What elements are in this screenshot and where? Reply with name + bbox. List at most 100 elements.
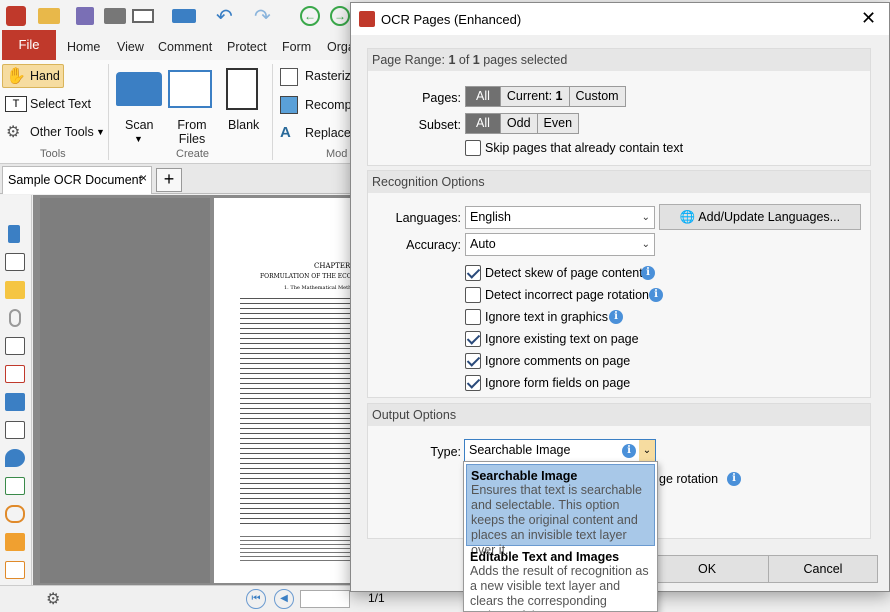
info-icon[interactable]: i — [622, 444, 636, 458]
tab-view[interactable]: View — [111, 36, 150, 58]
detect-skew-checkbox[interactable] — [465, 265, 481, 281]
info-icon[interactable]: i — [727, 472, 741, 486]
detect-skew-label: Detect skew of page content — [485, 266, 643, 280]
blank-button[interactable]: Blank — [228, 118, 259, 132]
skip-pages-checkbox[interactable] — [465, 140, 481, 156]
replace-icon: A — [280, 124, 291, 141]
redo-icon[interactable]: ↷ — [254, 4, 271, 29]
info-icon[interactable]: i — [609, 310, 623, 324]
add-languages-button[interactable]: 🌐 Add/Update Languages... — [659, 204, 861, 230]
accuracy-select[interactable]: Auto ⌄ — [465, 233, 655, 256]
ignore-graphics-checkbox[interactable] — [465, 309, 481, 325]
tab-home[interactable]: Home — [61, 36, 106, 58]
group-modify: Mod — [326, 148, 348, 160]
open-folder-icon[interactable] — [38, 8, 60, 24]
layers-icon[interactable] — [5, 393, 25, 411]
info-icon[interactable]: i — [641, 266, 655, 280]
document-tab[interactable]: Sample OCR Document × — [2, 166, 152, 194]
globe-icon: 🌐 — [679, 210, 696, 224]
attachment-icon[interactable] — [9, 309, 21, 327]
pages-current-button[interactable]: Current: 1 — [501, 87, 570, 106]
divider — [108, 64, 109, 160]
option-title: Editable Text and Images — [470, 550, 620, 564]
comment-icon[interactable] — [5, 281, 25, 299]
rasterize-icon — [280, 68, 298, 86]
pages-label: Pages: — [422, 91, 461, 105]
email-icon[interactable] — [132, 9, 154, 23]
ignore-graphics-label: Ignore text in graphics — [485, 310, 608, 324]
left-sidebar — [0, 195, 32, 590]
app-logo-icon — [6, 6, 26, 26]
scan-icon[interactable] — [172, 9, 196, 23]
page-number-field[interactable] — [300, 590, 350, 608]
info-icon[interactable]: i — [649, 288, 663, 302]
document-tab-label: Sample OCR Document — [8, 173, 143, 187]
link-icon[interactable] — [5, 505, 25, 523]
ok-button[interactable]: OK — [641, 555, 773, 583]
dialog-title: OCR Pages (Enhanced) — [381, 12, 522, 27]
skip-pages-label: Skip pages that already contain text — [485, 141, 684, 155]
location-icon[interactable] — [5, 449, 25, 467]
scan-button[interactable]: Scan — [125, 118, 154, 132]
replace-button[interactable]: Replace — [305, 126, 351, 140]
recognition-header: Recognition Options — [368, 171, 870, 193]
subset-all-button[interactable]: All — [466, 114, 501, 133]
type-select[interactable]: Searchable Image i ⌄ — [464, 439, 656, 462]
save-icon[interactable] — [76, 7, 94, 25]
output-header: Output Options — [368, 404, 870, 426]
canvas-page-left — [40, 198, 210, 583]
document-icon[interactable] — [5, 337, 25, 355]
recompress-icon — [280, 96, 298, 114]
pages-all-button[interactable]: All — [466, 87, 501, 106]
ignore-existing-text-label: Ignore existing text on page — [485, 332, 639, 346]
signature-icon[interactable] — [5, 365, 25, 383]
close-icon[interactable]: ✕ — [861, 8, 876, 29]
tab-comment[interactable]: Comment — [152, 36, 218, 58]
recompress-button[interactable]: Recompr — [305, 98, 356, 112]
option-title: Searchable Image — [471, 469, 578, 483]
settings-icon[interactable]: ⚙ — [46, 589, 60, 609]
subset-selector: All Odd Even — [465, 113, 580, 134]
bookmark-icon[interactable] — [8, 225, 20, 243]
group-create: Create — [176, 148, 210, 160]
other-tools-label[interactable]: Other Tools — [30, 125, 94, 139]
pages-icon[interactable] — [5, 253, 25, 271]
structure-icon[interactable] — [5, 477, 25, 495]
tab-file[interactable]: File — [2, 30, 56, 60]
print-icon[interactable] — [104, 8, 126, 24]
new-tab-button[interactable]: + — [156, 168, 182, 192]
ignore-comments-checkbox[interactable] — [465, 353, 481, 369]
languages-select[interactable]: English ⌄ — [465, 206, 655, 229]
form-icon[interactable] — [5, 561, 25, 579]
option-editable-text-images[interactable]: Editable Text and Images Adds the result… — [466, 546, 655, 611]
page-range-header: Page Range: 1 of 1 pages selected — [368, 49, 870, 71]
text-icon[interactable] — [5, 421, 25, 439]
type-label: Type: — [430, 445, 461, 459]
subset-even-button[interactable]: Even — [538, 114, 579, 133]
close-icon[interactable]: × — [140, 165, 147, 191]
tab-protect[interactable]: Protect — [221, 36, 273, 58]
pages-custom-button[interactable]: Custom — [570, 87, 625, 106]
detect-rotation-checkbox[interactable] — [465, 287, 481, 303]
back-icon[interactable]: ← — [300, 6, 320, 26]
subset-odd-button[interactable]: Odd — [501, 114, 538, 133]
select-text-label[interactable]: Select Text — [30, 97, 91, 111]
cancel-button[interactable]: Cancel — [768, 555, 878, 583]
dialog-titlebar: OCR Pages (Enhanced) ✕ — [351, 3, 889, 35]
option-searchable-image[interactable]: Searchable Image Ensures that text is se… — [466, 464, 655, 557]
from-files-button[interactable]: From Files — [176, 118, 208, 146]
ignore-form-fields-checkbox[interactable] — [465, 375, 481, 391]
undo-icon[interactable]: ↶ — [216, 4, 233, 29]
first-page-button[interactable]: ⏮ — [246, 589, 266, 609]
tab-form[interactable]: Form — [276, 36, 317, 58]
ignore-existing-text-checkbox[interactable] — [465, 331, 481, 347]
forward-icon[interactable]: → — [330, 6, 350, 26]
detect-output-rotation-label: ge rotation — [659, 472, 719, 486]
tag-icon[interactable] — [5, 533, 25, 551]
hand-label: Hand — [30, 69, 60, 83]
from-files-icon — [168, 70, 212, 108]
status-page-indicator: 1/1 — [368, 591, 385, 605]
prev-page-button[interactable]: ◀ — [274, 589, 294, 609]
blank-page-icon — [226, 68, 258, 110]
chevron-down-icon: ▼ — [96, 127, 105, 137]
